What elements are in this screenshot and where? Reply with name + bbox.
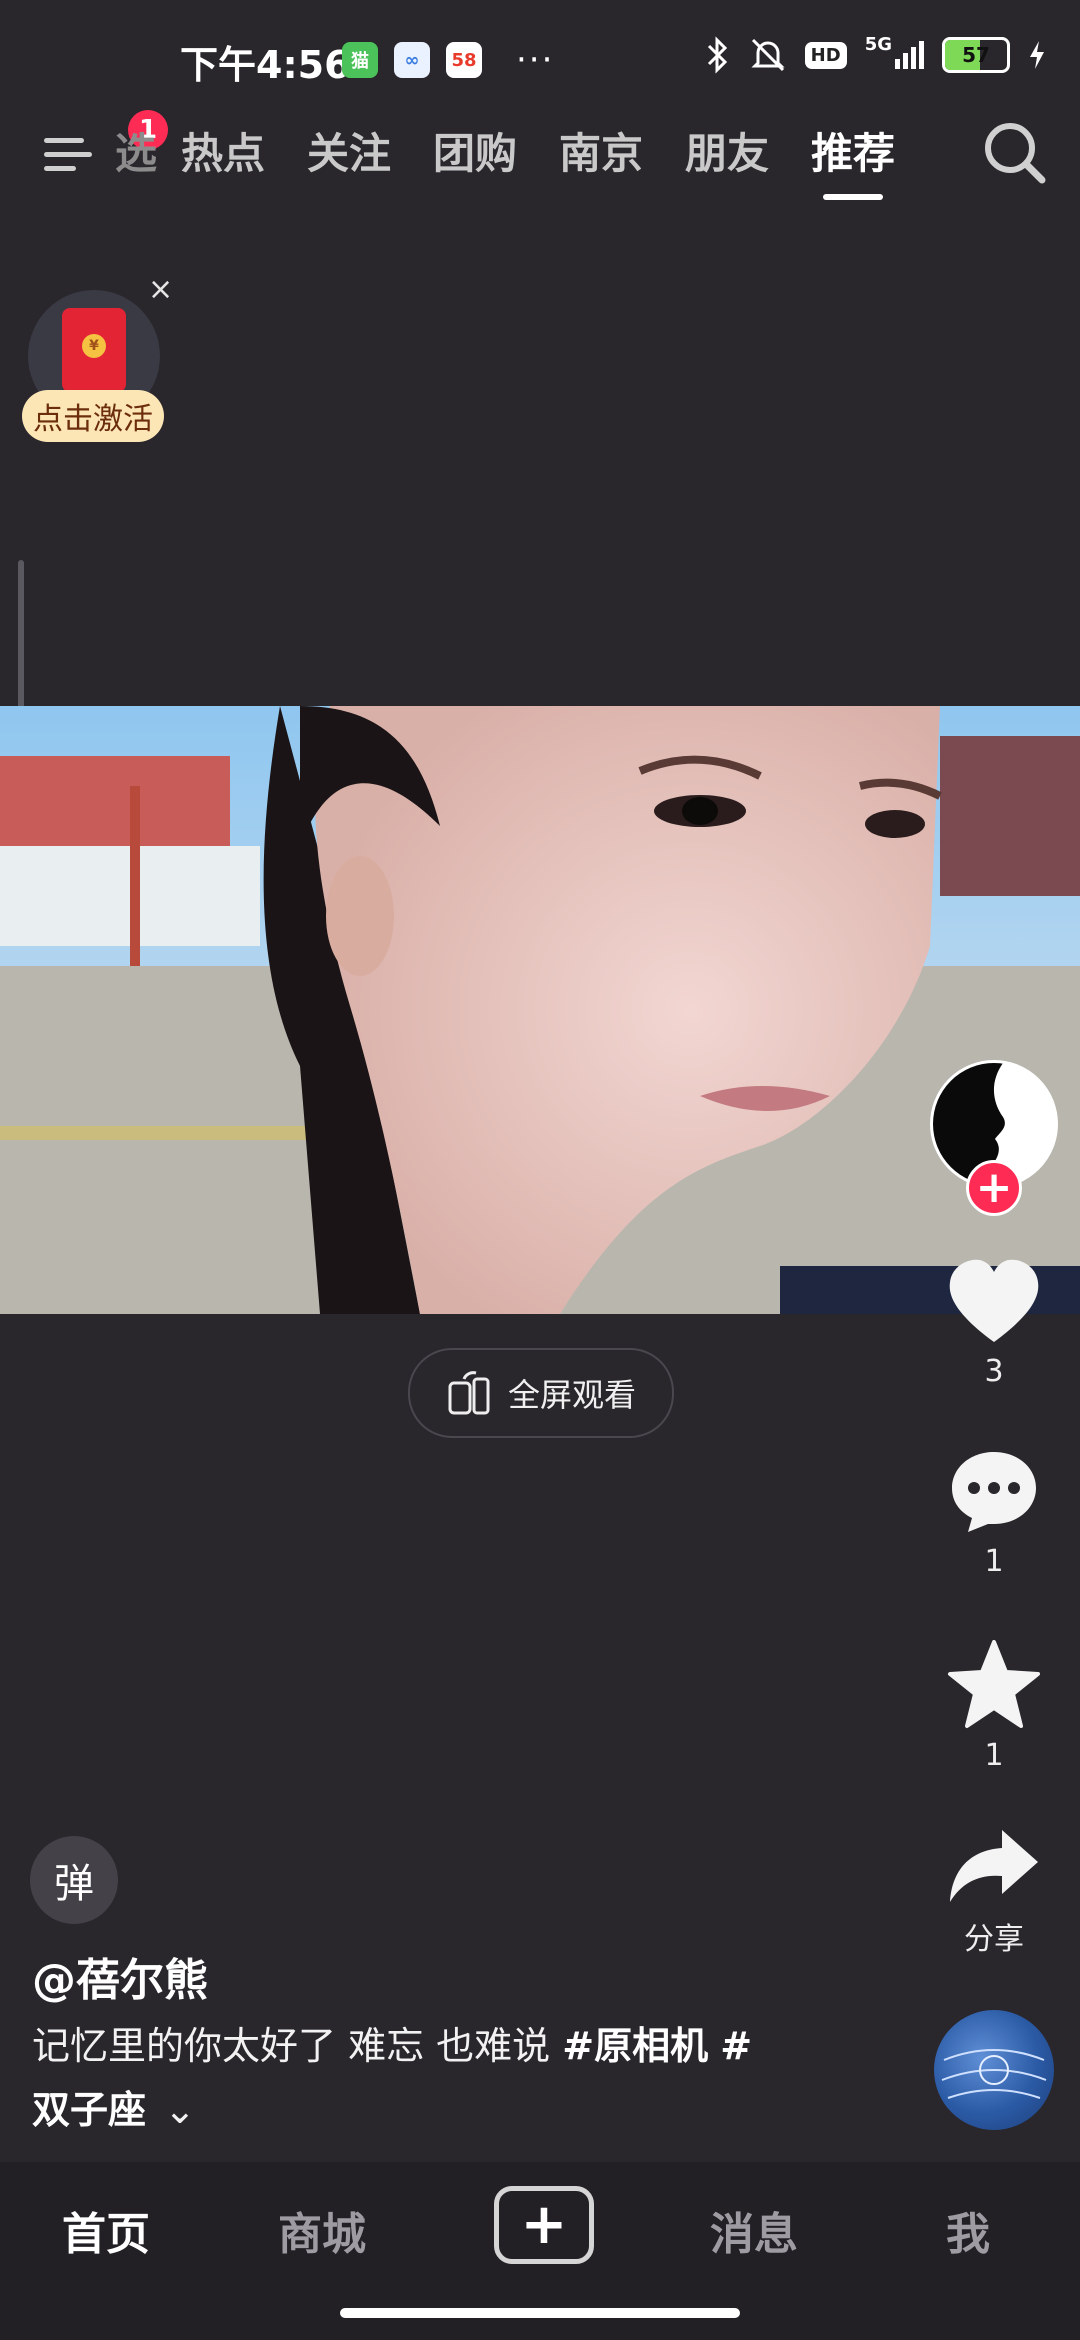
author-name[interactable]: @蓓尔熊 (32, 1944, 208, 2008)
tab-group-buy[interactable]: 团购 (412, 120, 538, 181)
hd-badge: HD (804, 41, 847, 69)
close-icon[interactable]: × (148, 272, 173, 307)
hashtag-gemini[interactable]: 双子座 (32, 2088, 146, 2132)
tab-me[interactable]: 我 (918, 2198, 1018, 2262)
plus-icon: + (520, 2192, 568, 2257)
share-arrow-icon (950, 1830, 1038, 1902)
more-notifications-icon: ··· (516, 40, 555, 80)
tab-nanjing[interactable]: 南京 (538, 120, 664, 181)
bluetooth-icon (707, 36, 727, 74)
comment-count: 1 (984, 1544, 1004, 1579)
create-button[interactable]: + (494, 2186, 594, 2264)
tab-home[interactable]: 首页 (56, 2198, 156, 2262)
charging-icon (1030, 41, 1044, 69)
status-time: 下午4:56 (180, 43, 351, 87)
hashtag-marker[interactable]: # (720, 2024, 752, 2068)
tab-hot[interactable]: 热点 (160, 120, 286, 181)
favorite-count: 1 (984, 1738, 1004, 1773)
comment-button[interactable]: 1 (934, 1448, 1054, 1579)
star-icon (948, 1640, 1040, 1728)
status-right: HD 5G 57 (705, 34, 1046, 74)
status-app-icons: 猫 ∞ 58 ··· (342, 40, 554, 80)
video-frame[interactable] (0, 706, 1080, 1314)
cloud-app-icon: ∞ (394, 42, 430, 78)
battery-level: 57 (962, 43, 990, 67)
tab-selected[interactable]: 选 (112, 120, 160, 181)
like-button[interactable]: 3 (934, 1258, 1054, 1389)
search-button[interactable] (980, 118, 1050, 188)
cat-app-icon: 猫 (342, 42, 378, 78)
signal-icon: 5G (865, 34, 924, 69)
network-type: 5G (864, 34, 892, 55)
bottom-tab-bar: 首页 商城 + 消息 我 (0, 2162, 1080, 2340)
tab-messages[interactable]: 消息 (704, 2198, 804, 2262)
share-label: 分享 (964, 1922, 1024, 1957)
app-58-icon: 58 (446, 42, 482, 78)
fullscreen-button[interactable]: 全屏观看 (408, 1348, 674, 1438)
feed-tabs: 选 热点 关注 团购 南京 朋友 推荐 (112, 120, 916, 200)
battery-icon: 57 (942, 37, 1010, 73)
rotate-screen-icon (448, 1371, 490, 1415)
fullscreen-label: 全屏观看 (507, 1376, 636, 1414)
mute-bell-icon (751, 38, 785, 72)
like-count: 3 (984, 1354, 1004, 1389)
hashtag-camera[interactable]: #原相机 (562, 2024, 708, 2068)
heart-icon (949, 1259, 1039, 1342)
music-disc-icon (941, 2049, 1047, 2099)
red-envelope-icon: ¥ (62, 308, 126, 392)
tab-following[interactable]: 关注 (286, 120, 412, 181)
menu-icon (44, 138, 84, 143)
tab-friends[interactable]: 朋友 (664, 120, 790, 181)
post-description: 记忆里的你太好了 难忘 也难说 #原相机 # 双子座 ⌄ (32, 2014, 832, 2142)
status-bar: 下午4:56 猫 ∞ 58 ··· HD 5G 57 (0, 0, 1080, 118)
coin-icon: ¥ (82, 334, 106, 358)
favorite-button[interactable]: 1 (934, 1640, 1054, 1773)
video-thumbnail (0, 706, 1080, 1314)
search-icon (985, 123, 1046, 184)
top-nav: 1 选 热点 关注 团购 南京 朋友 推荐 (0, 110, 1080, 202)
follow-button[interactable]: + (966, 1160, 1022, 1216)
scroll-indicator (18, 560, 24, 712)
description-text: 记忆里的你太好了 难忘 也难说 (32, 2024, 563, 2068)
activate-button[interactable]: 点击激活 (22, 390, 164, 442)
share-button[interactable]: 分享 (934, 1826, 1054, 1958)
danmu-toggle-button[interactable]: 弹 (30, 1836, 118, 1924)
menu-button[interactable]: 1 (40, 110, 168, 184)
tab-mall[interactable]: 商城 (272, 2198, 372, 2262)
comment-icon (952, 1452, 1036, 1532)
tab-recommended[interactable]: 推荐 (790, 120, 916, 200)
home-indicator (340, 2308, 740, 2318)
music-disc[interactable] (934, 2010, 1054, 2130)
expand-chevron-icon[interactable]: ⌄ (164, 2078, 196, 2142)
